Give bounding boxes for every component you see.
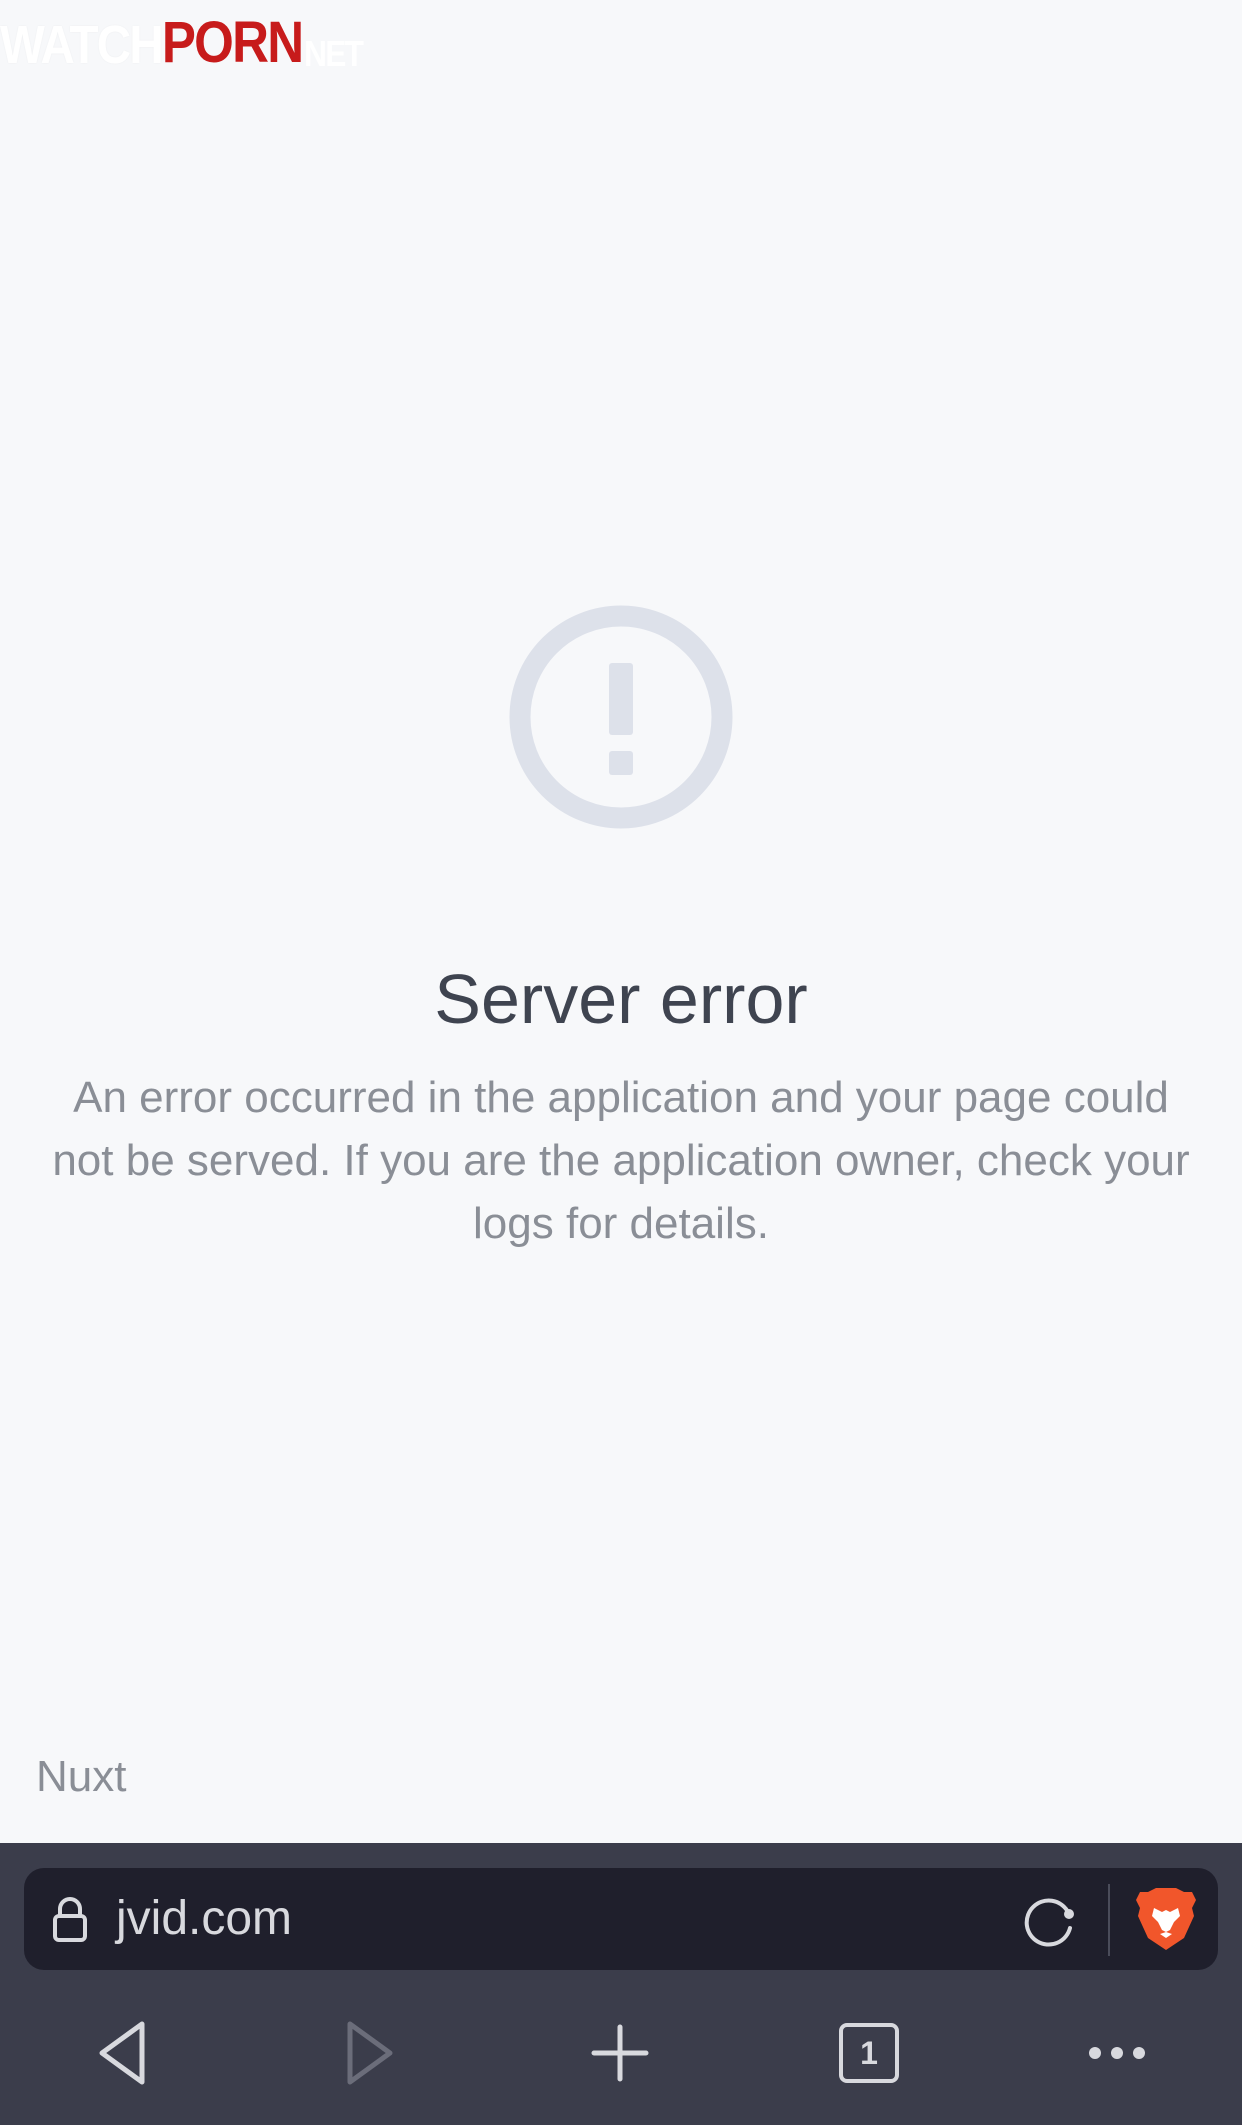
back-button[interactable] <box>82 2013 162 2093</box>
url-text[interactable]: jvid.com <box>116 1890 292 1948</box>
tabs-button[interactable]: 1 <box>829 2013 909 2093</box>
watermark-part-1: WATCH <box>0 15 164 75</box>
reload-icon[interactable] <box>1020 1890 1080 1950</box>
exclamation-circle-icon <box>509 605 733 829</box>
error-message: An error occurred in the application and… <box>52 1073 1190 1248</box>
back-arrow-icon <box>99 2021 145 2085</box>
address-bar-divider <box>1108 1884 1110 1956</box>
menu-button[interactable] <box>1077 2013 1157 2093</box>
watermark-logo: WATCH PORN NET <box>0 10 364 75</box>
browser-toolbar: 1 <box>0 1993 1242 2113</box>
new-tab-button[interactable] <box>580 2013 660 2093</box>
more-dots-icon <box>1089 2047 1145 2059</box>
page: WATCH PORN NET Server error An error occ… <box>0 0 1242 2125</box>
browser-bar: jvid.com 1 <box>0 1843 1242 2125</box>
plus-icon <box>591 2024 649 2082</box>
lock-icon <box>53 1897 87 1942</box>
address-bar[interactable]: jvid.com <box>24 1868 1218 1970</box>
framework-label: Nuxt <box>36 1752 127 1801</box>
watermark-part-2: PORN <box>161 10 304 75</box>
tabs-count: 1 <box>860 2034 878 2071</box>
watermark-part-3: NET <box>304 33 364 74</box>
forward-button[interactable] <box>330 2013 410 2093</box>
brave-lion-icon[interactable] <box>1134 1886 1198 1952</box>
error-title: Server error <box>434 959 808 1038</box>
forward-arrow-icon <box>347 2021 393 2085</box>
